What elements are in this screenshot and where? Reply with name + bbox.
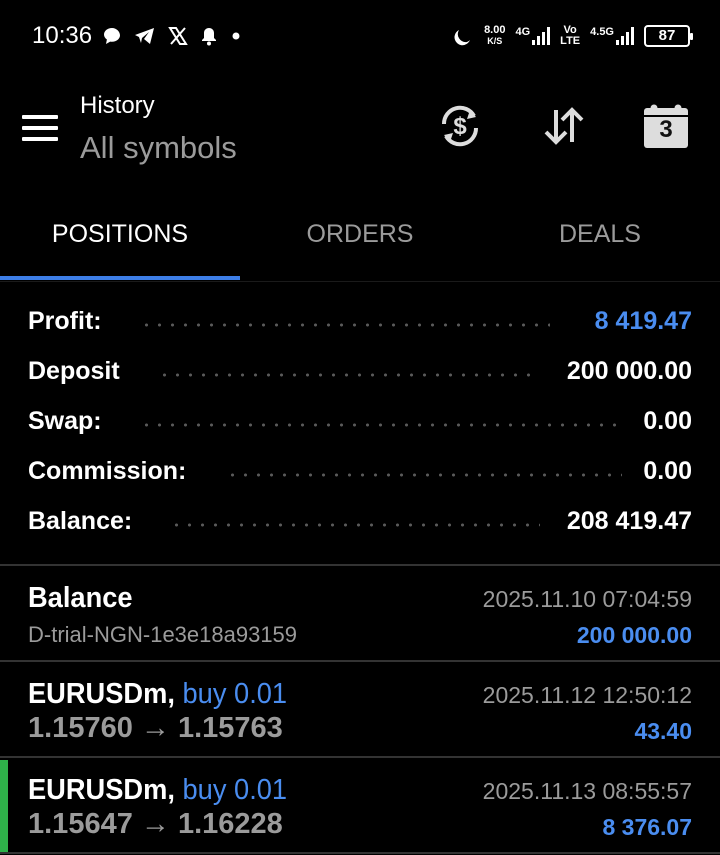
signal-icon [532,27,551,45]
balance-value: 208 419.47 [558,507,692,536]
network-speed-value: 8.00 [484,24,506,36]
sort-button[interactable] [540,102,588,150]
summary-panel: Profit: 8 419.47 Deposit 200 000.00 Swap… [0,297,720,547]
position-side: buy 0.01 [182,678,288,710]
calendar-day: 3 [659,116,673,143]
leader-dots [170,523,540,527]
divider [0,852,720,854]
network-speed-unit: K/S [487,36,503,46]
swap-value: 0.00 [635,407,692,436]
deposit-value: 200 000.00 [558,357,692,386]
signal-icon [616,27,634,45]
status-time: 10:36 [32,22,93,49]
tab-bar: POSITIONS ORDERS DEALS [0,182,720,282]
position-side: buy 0.01 [182,774,288,806]
calendar-button[interactable]: 3 [642,102,690,150]
tab-deals[interactable]: DEALS [480,182,720,282]
balance-entry-title: Balance [28,582,133,614]
tab-indicator [0,276,240,280]
x-logo-icon [168,27,188,45]
volte-label: Vo LTE [560,25,580,47]
summary-row-commission: Commission: 0.00 [0,447,720,497]
currency-sync-icon: $ [441,105,479,147]
summary-row-profit: Profit: 8 419.47 [0,297,720,347]
commission-label: Commission: [28,457,195,486]
list-item[interactable]: Balance D-trial-NGN-1e3e18a93159 2025.11… [0,566,720,660]
swap-label: Swap: [28,407,110,436]
speech-bubble-icon [104,28,120,44]
entry-amount: 200 000.00 [576,622,692,648]
entry-datetime: 2025.11.10 07:04:59 [482,586,692,612]
svg-text:$: $ [453,113,467,140]
page-title: History [80,92,155,119]
entry-amount: 43.40 [634,718,692,744]
system-status-icons: 8.00 K/S 4G Vo LTE 4.5G 87 [452,20,693,52]
list-item[interactable]: EURUSDm, buy 0.01 1.15760 → 1.15763 2025… [0,662,720,756]
summary-row-balance: Balance: 208 419.47 [0,497,720,547]
symbol-filter[interactable]: All symbols [80,130,237,166]
leader-dots [140,423,622,427]
position-prices: 1.15647 → 1.16228 [28,808,283,840]
currency-sync-button[interactable]: $ [436,102,484,150]
status-bar: 10:36 8.00 K/S 4G Vo LTE 4.5G 87 [0,0,720,72]
notification-icons [102,22,242,50]
telegram-icon [135,28,154,44]
network-type-1: 4G [515,26,531,38]
sort-icon [544,107,584,145]
battery-icon: 87 [644,25,693,47]
position-title: EURUSDm, buy 0.01 [28,678,287,711]
deposit-label: Deposit [28,357,128,386]
position-prices: 1.15760 → 1.15763 [28,712,283,744]
profit-value: 8 419.47 [586,307,692,336]
volte-bottom: LTE [560,35,581,47]
summary-row-deposit: Deposit 200 000.00 [0,347,720,397]
summary-row-swap: Swap: 0.00 [0,397,720,447]
profit-label: Profit: [28,307,110,336]
bell-icon [202,28,216,46]
leader-dots [226,473,622,477]
tab-orders[interactable]: ORDERS [240,182,480,282]
menu-button[interactable] [22,115,58,141]
entry-datetime: 2025.11.12 12:50:12 [482,682,692,708]
network-speed: 8.00 K/S [484,25,505,47]
signal-4g: 4G [515,26,551,45]
commission-value: 0.00 [635,457,692,486]
leader-dots [158,373,530,377]
entry-datetime: 2025.11.13 08:55:57 [482,778,692,804]
balance-entry-comment: D-trial-NGN-1e3e18a93159 [28,622,298,647]
network-type-2: 4.5G [590,26,614,38]
dot-icon [232,32,240,40]
list-item[interactable]: EURUSDm, buy 0.01 1.15647 → 1.16228 2025… [0,758,720,854]
position-symbol: EURUSDm, [28,774,175,806]
position-title: EURUSDm, buy 0.01 [28,774,287,807]
tab-positions[interactable]: POSITIONS [0,182,240,282]
leader-dots [140,323,550,327]
moon-icon [454,30,471,46]
profit-indicator [0,760,8,854]
balance-label: Balance: [28,507,141,536]
entry-amount: 8 376.07 [602,814,692,840]
signal-45g: 4.5G [590,27,634,45]
app-bar: History All symbols $ 3 [0,72,720,182]
position-symbol: EURUSDm, [28,678,175,710]
